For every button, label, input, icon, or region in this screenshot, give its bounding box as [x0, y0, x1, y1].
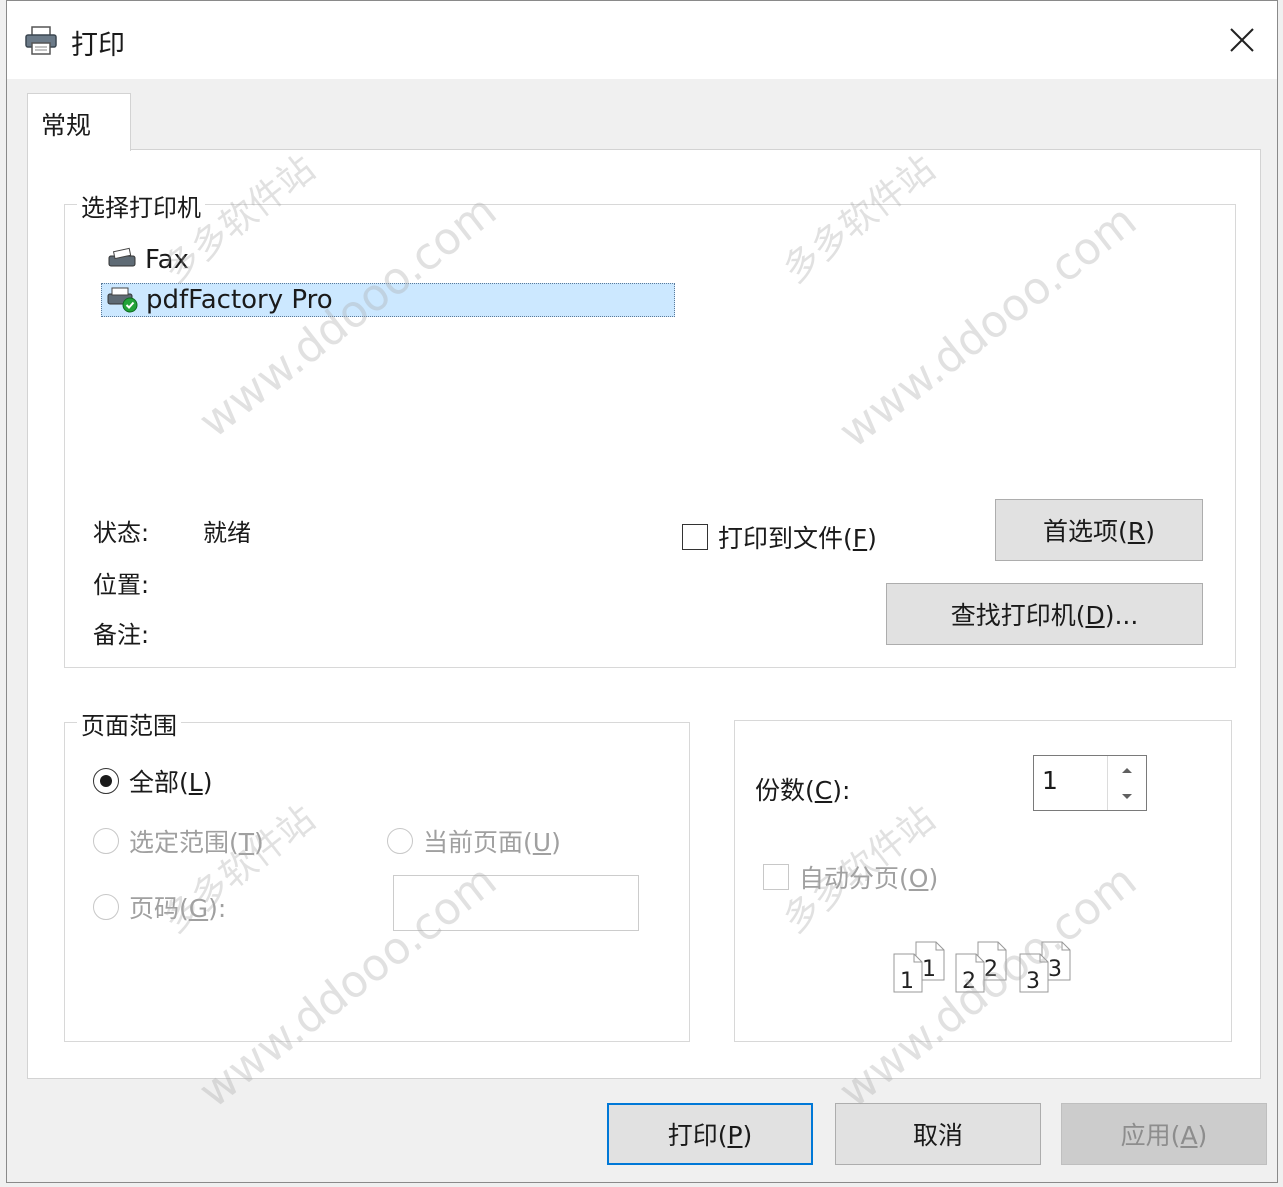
- apply-button[interactable]: 应用(A): [1061, 1103, 1267, 1165]
- radio-circle: [93, 828, 119, 854]
- spin-up-button[interactable]: [1108, 756, 1146, 783]
- range-all-radio[interactable]: 全部(L): [93, 763, 212, 799]
- status-label: 状态:: [93, 519, 150, 547]
- find-printer-button[interactable]: 查找打印机(D)...: [886, 583, 1203, 645]
- radio-circle: [93, 768, 119, 794]
- checkbox-box: [763, 864, 789, 890]
- print-to-file-label: 打印到文件(F): [718, 524, 877, 553]
- collate-illustration: 1 1 2 2 3 3: [893, 941, 1071, 994]
- general-panel: 选择打印机 Fax pdfFactory Pro 状态: 就绪 位置: 备注: …: [27, 149, 1261, 1079]
- spinner-buttons: [1107, 756, 1146, 810]
- collate-page-label: 3: [1048, 957, 1062, 982]
- select-printer-group: 选择打印机 Fax pdfFactory Pro 状态: 就绪 位置: 备注: …: [64, 188, 1236, 668]
- fax-printer-icon: [108, 247, 136, 267]
- copies-value: 1: [1042, 766, 1058, 795]
- location-label: 位置:: [93, 571, 150, 599]
- page-range-group: 页面范围 全部(L) 选定范围(T) 当前页面(U) 页码(G):: [64, 706, 690, 1042]
- tab-general-label: 常规: [41, 111, 92, 140]
- close-icon: [1230, 28, 1254, 52]
- page-range-legend: 页面范围: [77, 706, 181, 741]
- status-value: 就绪: [203, 519, 251, 547]
- title-bar: 打印: [7, 1, 1277, 79]
- spin-down-button[interactable]: [1108, 783, 1146, 810]
- radio-circle: [387, 828, 413, 854]
- collate-stack-2: 2 2: [955, 941, 1007, 994]
- printer-icon: [25, 26, 57, 55]
- collate-stack-3: 3 3: [1019, 941, 1071, 994]
- apply-button-label: 应用(A): [1120, 1121, 1208, 1150]
- printer-item-fax[interactable]: Fax: [101, 243, 301, 277]
- checkbox-box: [682, 524, 708, 550]
- range-all-label: 全部(L): [129, 768, 213, 797]
- find-printer-button-label: 查找打印机(D)...: [950, 601, 1139, 630]
- print-button[interactable]: 打印(P): [607, 1103, 813, 1165]
- range-pages-label: 页码(G):: [129, 894, 227, 923]
- preferences-button[interactable]: 首选项(R): [995, 499, 1203, 561]
- print-to-file-checkbox[interactable]: 打印到文件(F): [682, 519, 877, 555]
- collate-page-label: 3: [1026, 969, 1040, 994]
- collate-page-label: 2: [984, 957, 998, 982]
- range-pages-radio[interactable]: 页码(G):: [93, 889, 226, 925]
- comment-label: 备注:: [93, 621, 150, 649]
- radio-circle: [93, 894, 119, 920]
- printer-name: pdfFactory Pro: [146, 285, 333, 315]
- printer-item-pdffactory[interactable]: pdfFactory Pro: [101, 283, 675, 317]
- collate-stack-1: 1 1: [893, 941, 945, 994]
- range-current-page-radio[interactable]: 当前页面(U): [387, 823, 561, 859]
- close-button[interactable]: [1207, 1, 1277, 79]
- collate-page-label: 2: [962, 969, 976, 994]
- preferences-button-label: 首选项(R): [1043, 517, 1155, 546]
- copies-label: 份数(C):: [755, 776, 851, 805]
- collate-page-label: 1: [900, 969, 914, 994]
- select-printer-legend: 选择打印机: [77, 188, 205, 223]
- cancel-button-label: 取消: [912, 1121, 963, 1150]
- range-current-page-label: 当前页面(U): [423, 828, 561, 857]
- print-button-label: 打印(P): [667, 1121, 753, 1150]
- collate-page-label: 1: [922, 957, 936, 982]
- range-selection-label: 选定范围(T): [129, 828, 264, 857]
- print-dialog: 打印 常规 选择打印机 Fax pdfFactory Pro 状态: 就绪 位置…: [6, 0, 1278, 1183]
- window-title: 打印: [71, 30, 125, 61]
- arrow-down-icon: [1122, 793, 1132, 799]
- range-selection-radio[interactable]: 选定范围(T): [93, 823, 264, 859]
- tab-general[interactable]: 常规: [27, 93, 131, 151]
- default-printer-icon: [107, 287, 138, 313]
- pages-input[interactable]: [393, 875, 639, 931]
- printer-name: Fax: [145, 245, 189, 275]
- collate-checkbox[interactable]: 自动分页(O): [763, 859, 938, 895]
- cancel-button[interactable]: 取消: [835, 1103, 1041, 1165]
- arrow-up-icon: [1122, 767, 1132, 773]
- collate-label: 自动分页(O): [799, 864, 939, 893]
- copies-spinner[interactable]: 1: [1033, 755, 1147, 811]
